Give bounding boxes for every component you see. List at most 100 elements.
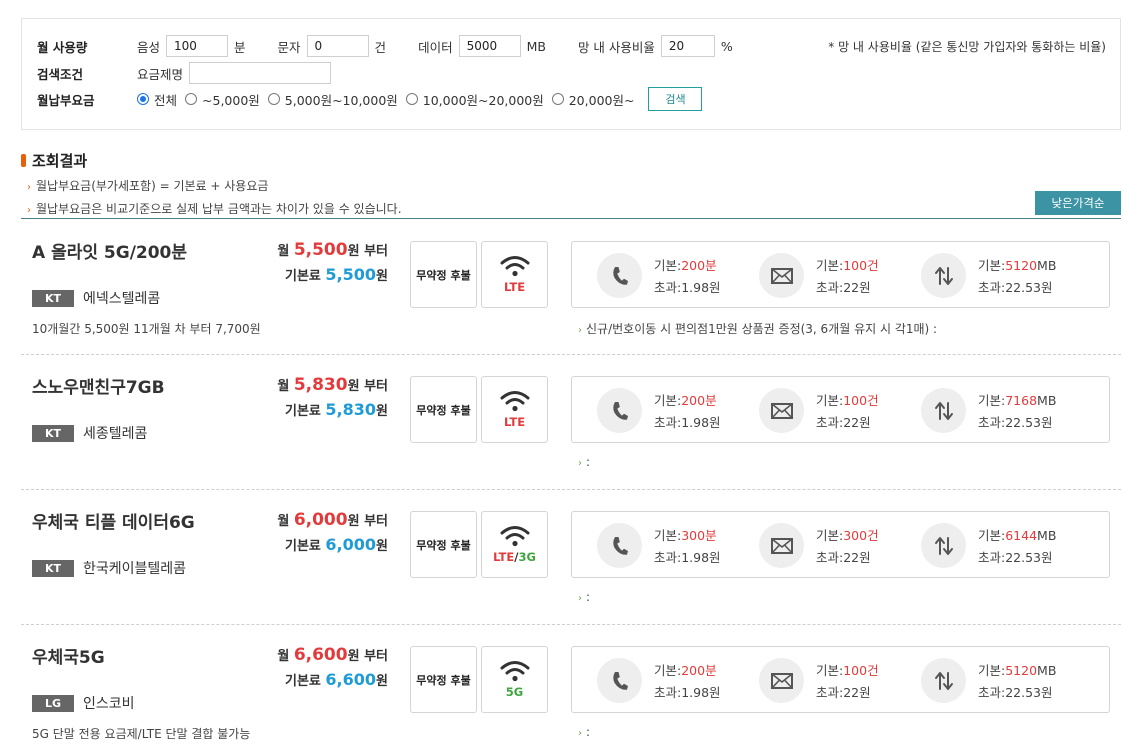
voice-text: 기본:200분 초과:1.98원 [654,390,721,434]
base-price-line: 기본료 6,600원 [277,670,388,689]
sms-base-label: 기본: [816,528,844,543]
data-label: 데이터 [418,39,453,55]
monthly-price-line: 월 5,830원 부터 [277,375,388,395]
base-label: 기본료 [285,269,321,284]
fee-option-over-20000[interactable]: 20,000원~ [551,90,635,109]
fee-option-10000-20000[interactable]: 10,000원~20,000원 [405,90,544,109]
results-title: 조회결과 [21,150,87,171]
data-arrows-icon [921,658,966,703]
envelope-icon [759,658,804,703]
data-base-value: 7168 [1005,393,1038,408]
contract-badge: 무약정 후불 [410,241,477,308]
plan-card[interactable]: A 올라잇 5G/200분 KT 에넥스텔레콤 10개월간 5,500원 11개… [21,220,1121,355]
divider [21,218,1121,219]
sms-overage: 초과:22원 [816,550,871,565]
price-prefix: 월 [277,514,290,529]
promo-text: : [586,725,591,739]
fee-radio[interactable] [185,93,198,105]
data-base-value: 6144 [1005,528,1038,543]
fee-option-label: 20,000원~ [568,92,635,108]
fee-radio[interactable] [551,93,564,105]
fee-option-all[interactable]: 전체 [137,90,177,109]
wifi-icon [500,391,529,412]
sms-text: 기본:100건 초과:22원 [816,660,879,704]
plan-name[interactable]: 우체국 티플 데이터6G [32,508,195,533]
carrier-badge: LG [32,694,74,712]
onnet-input[interactable] [660,35,715,57]
data-input[interactable] [458,35,521,57]
sms-base-value: 100건 [843,663,879,678]
plan-name-label: 요금제명 [137,66,184,82]
plan-name[interactable]: 스노우맨친구7GB [32,373,165,398]
fee-radio[interactable] [137,93,149,105]
sms-base-label: 기본: [816,258,844,273]
onnet-unit: % [720,38,733,54]
monthly-price-line: 월 5,500원 부터 [277,240,388,260]
wifi-icon [500,661,529,682]
carrier-badge: KT [32,559,74,577]
base-price: 6,600 [325,670,377,689]
price-prefix: 월 [277,244,290,259]
promo-line: ›: [578,455,590,469]
promo-text: : [586,590,591,604]
plan-card[interactable]: 스노우맨친구7GB KT 세종텔레콤 월 5,830원 부터 기본료 5,830… [21,355,1121,490]
network-extra: 5G [505,685,524,699]
data-overage: 초과:22.53원 [978,415,1053,430]
provider-name: 세종텔레콤 [83,426,148,442]
base-price-line: 기본료 5,830원 [277,400,388,419]
base-price: 5,500 [325,265,377,284]
data-unit: MB [526,38,546,54]
base-price-line: 기본료 6,000원 [277,535,388,554]
price-block: 월 6,600원 부터 기본료 6,600원 [277,645,388,689]
plan-card[interactable]: 우체국 티플 데이터6G KT 한국케이블텔레콤 월 6,000원 부터 기본료… [21,490,1121,625]
price-suffix: 원 부터 [347,379,388,394]
voice-overage: 초과:1.98원 [654,685,721,700]
sort-low-price-button[interactable]: 낮은가격순 [1035,191,1121,215]
contract-badge: 무약정 후불 [410,511,477,578]
wifi-icon [500,256,529,277]
base-label: 기본료 [285,404,321,419]
voice-overage: 초과:1.98원 [654,280,721,295]
sms-unit: 건 [374,39,387,55]
phone-icon [597,388,642,433]
network-badge: 5G [481,646,548,713]
base-suffix: 원 [376,269,388,284]
plan-card[interactable]: 우체국5G LG 인스코비 5G 단말 전용 요금제/LTE 단말 결합 불가능… [21,625,1121,752]
usage-details: 기본:300분 초과:1.98원 기본:300건 초과:22원 기본:6144MB 초… [571,511,1110,578]
network-main: LTE [503,415,526,429]
data-base-unit: MB [1037,528,1057,543]
fee-option-5000-10000[interactable]: 5,000원~10,000원 [267,90,398,109]
search-button[interactable]: 검색 [648,87,703,111]
fee-option-label: ~5,000원 [202,92,260,108]
sms-text: 기본:100건 초과:22원 [816,390,879,434]
data-base-unit: MB [1037,258,1057,273]
base-label: 기본료 [285,674,321,689]
fee-radio[interactable] [405,93,418,105]
price-prefix: 월 [277,649,290,664]
sms-overage: 초과:22원 [816,280,871,295]
voice-base-label: 기본: [654,663,682,678]
fee-radio[interactable] [267,93,280,105]
sms-input[interactable] [306,35,369,57]
fee-option-under-5000[interactable]: ~5,000원 [185,90,260,109]
price-suffix: 원 부터 [347,244,388,259]
data-text: 기본:7168MB 초과:22.53원 [978,390,1056,434]
data-arrows-icon [921,253,966,298]
voice-overage: 초과:1.98원 [654,415,721,430]
data-arrows-icon [921,523,966,568]
voice-input[interactable] [166,35,229,57]
sms-base-label: 기본: [816,663,844,678]
plan-name-input[interactable] [189,62,332,84]
chevron-right-icon: › [27,205,31,216]
data-base-label: 기본: [978,258,1006,273]
plan-name[interactable]: A 올라잇 5G/200분 [32,238,187,263]
network-label: LTE [504,280,525,294]
promo-line: › 신규/번호이동 시 편의점1만원 상품권 증정(3, 6개월 유지 시 각1매… [578,320,937,337]
info-line: › 월납부요금은 비교기준으로 실제 납부 금액과는 차이가 있을 수 있습니다. [27,200,402,217]
provider-name: 인스코비 [83,696,135,712]
price-prefix: 월 [277,379,290,394]
results-title-text: 조회결과 [32,152,88,170]
plan-name[interactable]: 우체국5G [32,643,105,668]
voice-overage: 초과:1.98원 [654,550,721,565]
data-base-label: 기본: [978,393,1006,408]
